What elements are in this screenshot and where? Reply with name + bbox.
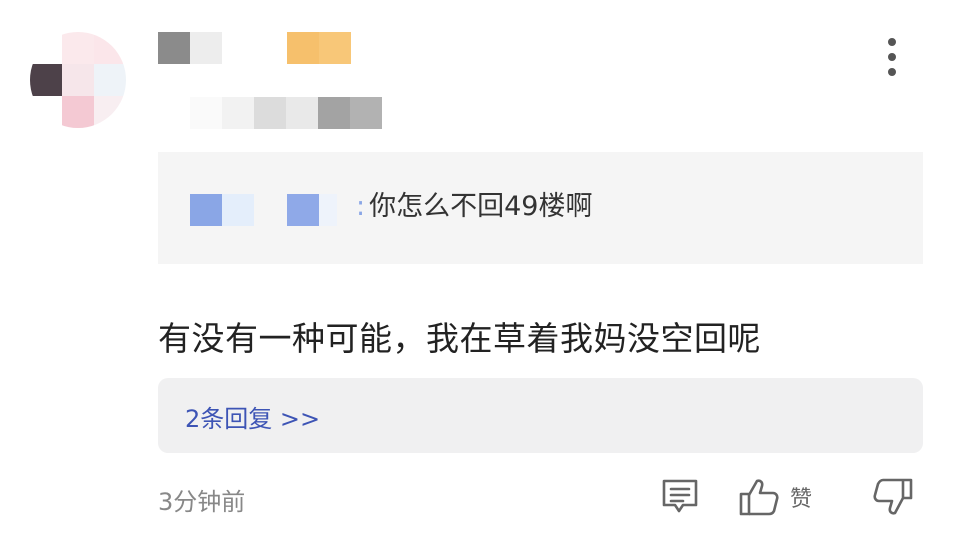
quote-content: 你怎么不回49楼啊 [369,191,593,222]
thumbs-down-icon[interactable] [872,476,914,518]
comment-timestamp: 3分钟前 [158,488,246,516]
like-label[interactable]: 赞 [790,481,812,513]
comment-body: 有没有一种可能，我在草着我妈没空回呢 [158,319,761,358]
thumbs-up-icon[interactable] [738,476,780,518]
user-avatar[interactable] [30,32,126,128]
view-replies-label[interactable]: 2条回复 >> [185,399,320,434]
more-vertical-icon[interactable] [880,38,904,80]
quoted-comment-text: : 你怎么不回49楼啊 [356,184,592,223]
view-replies-button[interactable]: 2条回复 >> [158,378,923,453]
quote-colon: : [356,191,366,222]
comment-icon[interactable] [660,476,700,518]
